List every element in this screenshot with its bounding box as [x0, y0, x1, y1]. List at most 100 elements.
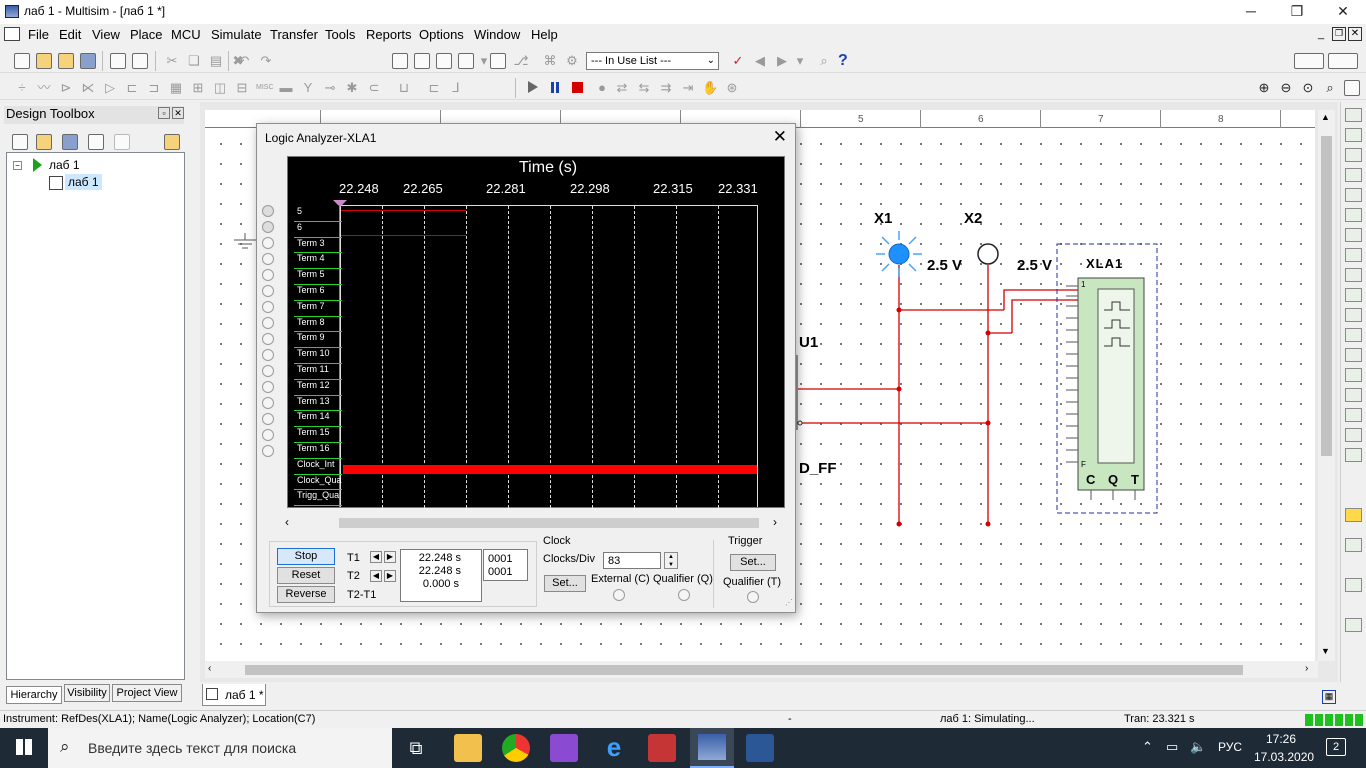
clock-int-trace [343, 465, 757, 474]
clock-qualifier-radio[interactable] [678, 589, 690, 601]
agilent-multimeter-icon[interactable] [1345, 408, 1362, 422]
waveform-scroll-thumb[interactable] [339, 518, 759, 528]
scroll-up-icon[interactable]: ▲ [1321, 112, 1330, 122]
network-analyzer-icon[interactable] [1345, 368, 1362, 382]
channel-radio[interactable] [262, 445, 274, 457]
edge-icon[interactable]: e [600, 734, 628, 762]
spectrum-analyzer-icon[interactable] [1345, 348, 1362, 362]
ni-elvis-icon[interactable] [1345, 618, 1362, 632]
word-generator-icon[interactable] [1345, 248, 1362, 262]
reset-button[interactable]: Reset [277, 567, 335, 584]
measurement-probe-icon[interactable] [1345, 508, 1362, 522]
channel-label: Term 4 [294, 253, 342, 270]
t2-t1-label: T2-T1 [347, 589, 377, 601]
time-readout-box: 22.248 s 22.248 s 0.000 s [400, 549, 482, 602]
file-explorer-icon[interactable] [454, 734, 482, 762]
clock-date[interactable]: 17.03.2020 [1254, 750, 1314, 764]
agilent-generator-icon[interactable] [1345, 388, 1362, 402]
agilent-oscilloscope-icon[interactable] [1345, 428, 1362, 442]
horizontal-scrollbar[interactable]: ‹ › [205, 661, 1318, 678]
channel-radio[interactable] [262, 397, 274, 409]
windows-start-icon[interactable] [16, 739, 32, 755]
tektronix-oscilloscope-icon[interactable] [1345, 448, 1362, 462]
channel-radio[interactable] [262, 301, 274, 313]
trigger-qualifier-radio[interactable] [747, 591, 759, 603]
simulation-activity-indicator [1305, 714, 1363, 726]
stop-button[interactable]: Stop [277, 548, 335, 565]
wattmeter-icon[interactable] [1345, 148, 1362, 162]
channel-radio[interactable] [262, 317, 274, 329]
oscilloscope-icon[interactable] [1345, 168, 1362, 182]
u1-label[interactable]: U1 [799, 334, 818, 351]
vertical-scrollbar[interactable]: ▲ ▼ [1318, 110, 1335, 661]
chrome-icon[interactable] [502, 734, 530, 762]
network-icon[interactable]: ▭ [1166, 739, 1178, 755]
spreadsheet-toggle-icon[interactable]: ▦ [1322, 690, 1336, 704]
volume-icon[interactable]: 🔈 [1190, 739, 1206, 755]
frequency-counter-icon[interactable] [1345, 228, 1362, 242]
function-generator-icon[interactable] [1345, 128, 1362, 142]
taskbar-multisim-button[interactable] [690, 728, 734, 768]
scroll-down-icon[interactable]: ▼ [1321, 646, 1330, 656]
t1-left-arrow-icon[interactable]: ◀ [370, 551, 382, 563]
current-probe-icon[interactable] [1345, 578, 1362, 592]
trigger-set-button[interactable]: Set... [730, 554, 776, 571]
channel-radio[interactable] [262, 381, 274, 393]
scroll-left-icon[interactable]: ‹ [208, 663, 211, 674]
reverse-button[interactable]: Reverse [277, 586, 335, 603]
iv-analyzer-icon[interactable] [1345, 308, 1362, 322]
logic-analyzer-icon[interactable] [1345, 288, 1362, 302]
channel-radio[interactable] [262, 349, 274, 361]
ground-symbol [234, 233, 256, 249]
logic-converter-icon[interactable] [1345, 268, 1362, 282]
word-icon[interactable] [746, 734, 774, 762]
channel-radio[interactable] [262, 237, 274, 249]
channel-radio[interactable] [262, 333, 274, 345]
scroll-right-icon[interactable]: › [773, 515, 777, 529]
channel-radio[interactable] [262, 221, 274, 233]
channel-5-trace [341, 210, 466, 211]
clocks-div-input[interactable]: 83 [603, 552, 661, 569]
access-icon[interactable] [648, 734, 676, 762]
channel-radio[interactable] [262, 365, 274, 377]
channel-radio[interactable] [262, 285, 274, 297]
t1-right-arrow-icon[interactable]: ▶ [384, 551, 396, 563]
t2-right-arrow-icon[interactable]: ▶ [384, 570, 396, 582]
logic-analyzer-display[interactable]: Time (s) 22.248 22.265 22.281 22.298 22.… [287, 156, 785, 508]
task-view-icon[interactable]: ⧉ [402, 734, 430, 762]
scroll-left-icon[interactable]: ‹ [285, 515, 289, 529]
visual-studio-icon[interactable] [550, 734, 578, 762]
clock-external-label: External (C) [591, 573, 650, 585]
channel-label: Term 12 [294, 380, 342, 396]
multimeter-icon[interactable] [1345, 108, 1362, 122]
clock-set-button[interactable]: Set... [544, 575, 586, 592]
tray-chevron-up-icon[interactable]: ⌃ [1142, 739, 1153, 755]
clocks-div-spinner[interactable]: ▲ ▼ [664, 552, 678, 569]
channel-6-trace [341, 235, 466, 236]
tab-document-label: лаб 1 * [225, 688, 264, 702]
labview-icon[interactable] [1345, 538, 1362, 552]
four-channel-oscilloscope-icon[interactable] [1345, 188, 1362, 202]
vertical-scroll-thumb[interactable] [1321, 136, 1332, 456]
tab-document[interactable]: лаб 1 * [202, 684, 266, 706]
waveform-plot[interactable] [340, 205, 758, 508]
channel-radio[interactable] [262, 269, 274, 281]
logic-analyzer-close-icon[interactable]: ✕ [773, 127, 787, 147]
distortion-analyzer-icon[interactable] [1345, 328, 1362, 342]
channel-radio[interactable] [262, 413, 274, 425]
t2-left-arrow-icon[interactable]: ◀ [370, 570, 382, 582]
xla1-label[interactable]: XLA1 [1086, 256, 1123, 271]
clock-external-radio[interactable] [613, 589, 625, 601]
clock-time[interactable]: 17:26 [1266, 732, 1296, 746]
channel-radio[interactable] [262, 253, 274, 265]
scroll-right-icon[interactable]: › [1305, 663, 1308, 674]
notifications-icon[interactable]: 2 [1326, 738, 1346, 756]
waveform-scrollbar[interactable]: ‹ › [283, 515, 785, 530]
channel-radio[interactable] [262, 429, 274, 441]
resize-grip-icon[interactable]: ⋰ [785, 598, 793, 607]
language-indicator[interactable]: РУС [1218, 740, 1242, 754]
bode-plotter-icon[interactable] [1345, 208, 1362, 222]
taskbar-search-box[interactable]: ⌕ Введите здесь текст для поиска [48, 728, 392, 768]
channel-radio[interactable] [262, 205, 274, 217]
horizontal-scroll-thumb[interactable] [245, 665, 1243, 675]
